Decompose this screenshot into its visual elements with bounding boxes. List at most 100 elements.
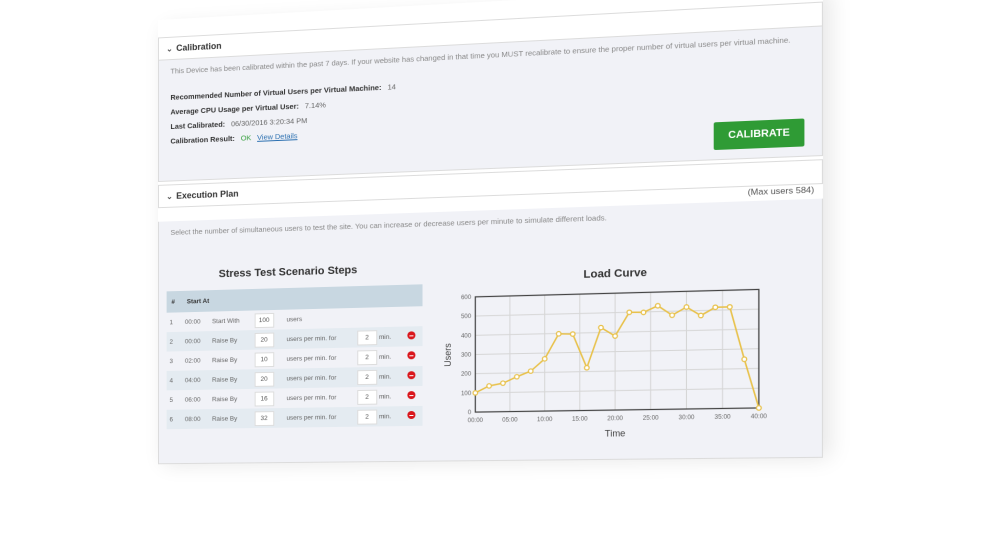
data-point [487,384,492,388]
result-status: OK [240,133,252,143]
step-value-input[interactable]: 10 [254,351,274,367]
step-action: Raise By [209,388,252,410]
duration-unit: min. [378,392,392,401]
data-point [713,305,718,310]
steps-title: Stress Test Scenario Steps [218,264,358,281]
view-details-link[interactable]: View Details [257,131,297,142]
step-duration-input[interactable]: 2 [357,329,378,346]
duration-unit: min. [378,333,392,341]
step-unit: users [283,307,355,330]
step-action: Raise By [209,330,252,351]
steps-table: # Start At 1 00:00 Start With 100 users 2 00:0… [166,284,423,430]
step-number: 3 [166,351,182,371]
x-tick-label: 20:00 [607,416,624,422]
step-number: 2 [166,331,182,352]
data-point [528,369,533,374]
page-sheet: ⌄ Calibration This Device has been calib… [158,0,823,465]
duration-unit: min. [378,412,392,420]
step-duration-input[interactable]: 2 [357,409,378,425]
data-point [699,313,704,318]
chevron-down-icon[interactable]: ⌄ [163,44,176,53]
step-action: Start With [209,310,252,332]
step-value-input[interactable]: 16 [254,390,274,407]
calibrate-button[interactable]: CALIBRATE [713,118,805,151]
remove-step-icon[interactable] [407,351,416,360]
step-unit: users per min. for [283,406,355,428]
step-number: 5 [166,390,182,410]
y-tick-label: 600 [461,295,472,301]
data-point [599,325,604,330]
calibration-title: Calibration [176,40,222,53]
y-tick-label: 200 [461,372,472,378]
step-action: Raise By [209,349,252,371]
chart-svg: Load Curve 0 100 200 300 400 500 600 00:00 05:00 1… [443,267,768,439]
chart-title: Load Curve [583,267,646,281]
step-duration-input[interactable]: 2 [357,349,378,365]
data-point [585,365,590,370]
step-value-input[interactable]: 20 [254,332,274,348]
field-label: Calibration Result: [170,134,235,146]
load-curve-chart: Load Curve 0 100 200 300 400 500 600 00:00 05:00 1… [435,258,781,448]
duration-unit: min. [378,373,392,381]
remove-step-icon[interactable] [407,410,416,420]
duration-unit: min. [378,353,392,361]
remove-step-icon[interactable] [407,371,416,380]
chevron-down-icon[interactable]: ⌄ [163,191,176,201]
x-tick-label: 15:00 [572,416,588,422]
x-tick-label: 25:00 [643,415,660,421]
data-point [515,375,520,380]
data-point [756,406,761,411]
data-point [670,313,675,318]
data-point [613,334,618,339]
step-unit: users per min. for [283,347,355,369]
y-tick-label: 0 [468,410,472,416]
table-row: 6 08:00 Raise By 32 users per min. for 2 min. [166,405,423,430]
step-unit: users per min. for [283,367,355,389]
data-point [742,357,747,362]
data-point [556,332,561,337]
step-start: 00:00 [181,331,210,352]
data-point [542,357,547,362]
step-value-input[interactable]: 32 [254,410,274,426]
data-point [727,305,732,310]
x-tick-label: 35:00 [715,414,732,421]
x-tick-label: 10:00 [537,417,553,423]
data-point [627,310,632,315]
column-header: # [166,290,182,313]
step-number: 1 [166,312,182,333]
x-tick-label: 05:00 [502,417,518,423]
data-point [641,310,646,315]
step-start: 04:00 [181,370,210,391]
step-action: Raise By [209,369,252,390]
step-start: 02:00 [181,350,210,371]
x-axis-label: Time [605,428,626,439]
field-value: 7.14% [304,100,326,111]
x-tick-label: 00:00 [468,418,484,424]
step-value-input[interactable]: 100 [254,312,274,328]
y-tick-label: 100 [461,391,472,397]
max-users-label: (Max users 584) [747,184,815,198]
execution-panel: Select the number of simultaneous users … [158,198,823,465]
data-point [501,381,506,385]
step-unit: users per min. for [283,387,355,409]
step-duration-input[interactable]: 2 [357,369,378,385]
execution-plan-title: Execution Plan [176,188,239,201]
remove-step-icon[interactable] [407,331,416,340]
execution-description: Select the number of simultaneous users … [170,213,607,237]
step-action: Raise By [209,408,252,429]
x-tick-label: 40:00 [751,414,768,421]
y-axis-label: Users [443,343,453,367]
step-number: 4 [166,370,182,391]
x-tick-label: 30:00 [678,415,695,421]
data-point [655,303,660,308]
y-tick-label: 500 [461,314,472,320]
y-tick-label: 300 [461,352,472,358]
field-label: Last Calibrated: [170,119,226,131]
field-value: 06/30/2016 3:20:34 PM [230,116,308,129]
field-value: 14 [387,82,396,92]
step-duration-input[interactable]: 2 [357,389,378,405]
data-point [570,332,575,337]
data-point [684,305,689,310]
step-value-input[interactable]: 20 [254,371,274,387]
remove-step-icon[interactable] [407,391,416,400]
